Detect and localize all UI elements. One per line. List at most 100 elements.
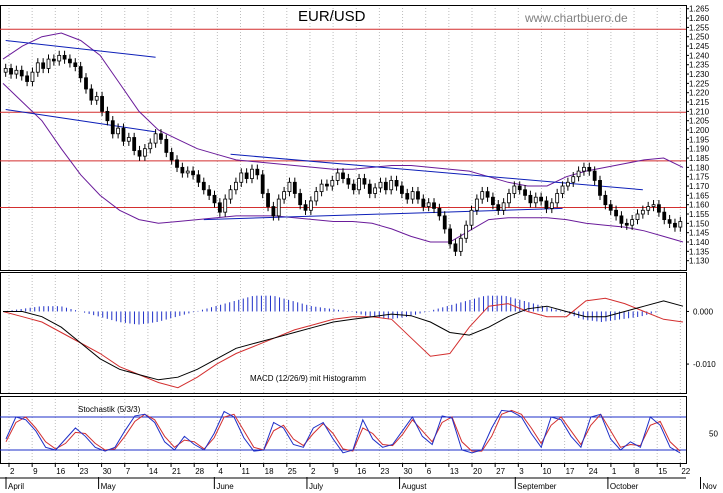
candle-body [30,71,35,82]
candle-body [180,166,185,174]
candle-body [169,152,174,161]
candle-body [244,172,249,179]
candle-body [619,215,624,224]
candle-body [84,77,88,90]
price-tick-label: 1.130 [689,257,710,266]
price-tick-label: 1.175 [689,173,710,182]
candle-body [250,168,254,179]
candle-body [405,193,410,200]
candle-body [614,209,618,217]
date-tick-label: 2 [10,467,15,476]
candle-body [9,68,13,75]
date-tick-label: 3 [519,467,524,476]
macd-line [3,300,684,381]
month-label: June [216,482,234,491]
candle-body [35,62,40,73]
candle-body [426,202,431,207]
candle-body [458,237,463,252]
date-tick-label: 16 [357,467,366,476]
price-tick-label: 1.150 [689,219,710,228]
candle-body [399,185,404,194]
candle-body [560,185,565,194]
price-tick-label: 1.210 [689,107,710,116]
chart-title: EUR/USD [298,8,366,25]
candle-body [346,178,351,185]
trendline [5,39,156,58]
date-tick-label: 7 [126,467,131,476]
candle-body [153,133,158,144]
date-tick-label: 14 [149,467,158,476]
candle-body [453,243,458,252]
candle-body [78,66,83,79]
candle-body [673,222,677,228]
candle-body [57,54,62,62]
price-tick-label: 1.250 [689,33,710,42]
candle-body [191,170,195,176]
candle-body [678,221,683,228]
candle-body [410,191,415,200]
candle-body [100,96,104,112]
bollinger-lower [2,83,684,243]
month-label: September [517,482,556,491]
price-tick-label: 1.265 [689,5,710,14]
price-tick-label: 1.235 [689,61,710,70]
date-axis: 2 9 16 23 30 7 14 21 28 4 11 18 25 2 9 16 23 30 6 13 20 27 3 10… [0,463,717,491]
candle-body [94,96,99,101]
macd-tick-label: 0.000 [693,307,714,316]
price-tick-label: 1.195 [689,135,710,144]
candle-body [383,181,388,191]
candle-body [507,193,511,204]
candle-body [212,194,217,204]
candle-body [19,69,24,77]
date-tick-label: 13 [450,467,459,476]
watermark: www.chartbuero.de [524,11,628,25]
candle-body [592,170,597,181]
candle-body [298,193,303,206]
macd-label: MACD (12/26/9) mit Histogramm [250,374,366,383]
stochastic-label: Stochastik (5/3/3) [78,405,141,414]
candle-body [587,166,592,172]
candle-body [367,183,372,194]
candle-body [276,198,281,217]
month-label: July [309,482,323,491]
candle-body [640,209,645,215]
candle-body [576,170,581,178]
candle-body [73,62,78,67]
candle-body [325,183,329,187]
panel-frames [0,5,687,464]
candle-body [207,189,212,196]
candle-body [137,150,142,157]
price-tick-label: 1.260 [689,14,710,23]
candle-body [314,191,319,202]
bollinger-upper [2,32,684,187]
date-tick-label: 9 [334,467,339,476]
candle-body [485,191,490,198]
candle-body [474,198,479,211]
candle-body [255,168,260,176]
price-tick-label: 1.200 [689,126,710,135]
candle-body [582,166,586,172]
trendlines [5,39,643,221]
candle-body [185,170,190,174]
candle-body [517,185,522,191]
candle-body [662,211,667,221]
date-tick-label: 17 [566,467,575,476]
candle-body [271,206,276,217]
candle-body [196,174,201,183]
month-label: Nov [703,482,717,491]
month-label: August [402,482,428,491]
candle-body [3,68,8,73]
candle-body [46,58,51,69]
candle-body [480,191,485,200]
price-tick-label: 1.180 [689,163,710,172]
candle-body [217,202,222,213]
candle-body [651,204,656,207]
candle-body [416,191,420,200]
candle-body [319,183,324,193]
candle-body [667,219,672,224]
date-tick-label: 20 [473,467,482,476]
candle-body [421,198,426,207]
date-tick-label: 25 [288,467,297,476]
price-tick-label: 1.225 [689,79,710,88]
candle-body [282,191,287,200]
